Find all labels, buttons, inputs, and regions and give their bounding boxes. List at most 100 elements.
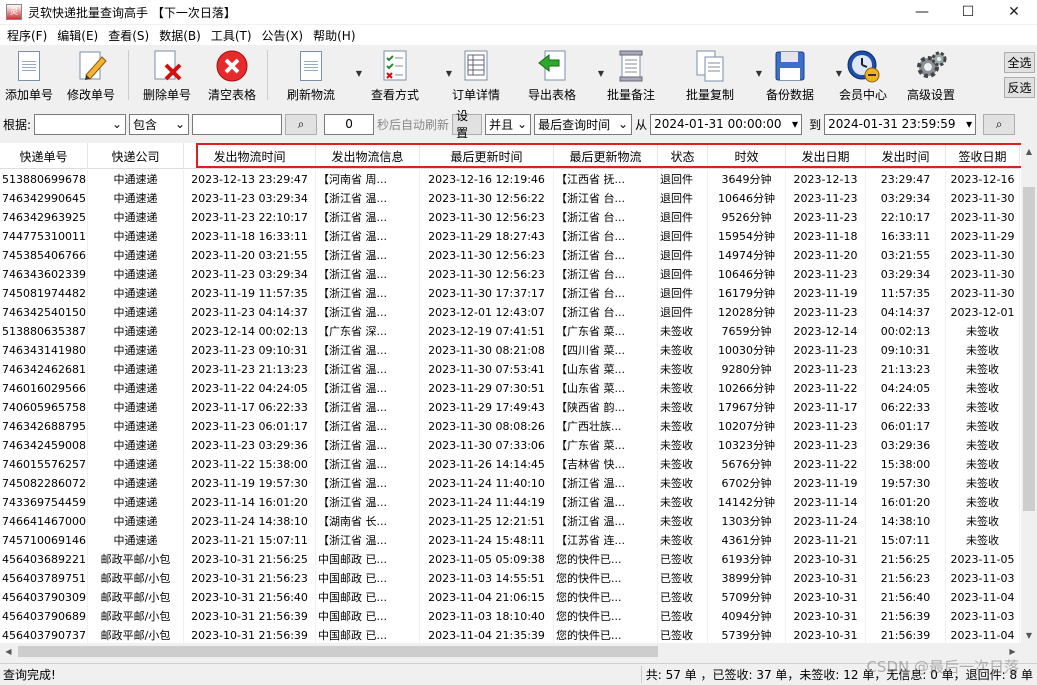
- filter-field-select[interactable]: ⌄: [34, 113, 127, 135]
- table-row[interactable]: 456403790737 邮政平邮/小包 2023-10-31 21:56:39 中国…: [0, 626, 1020, 643]
- cell-sign-date: 未签收: [946, 379, 1020, 398]
- maximize-button[interactable]: ☐: [945, 0, 991, 24]
- vertical-scroll-thumb[interactable]: [1023, 187, 1035, 511]
- delete-number-button[interactable]: 删除单号: [133, 45, 201, 105]
- member-center-button[interactable]: 会员中心: [830, 45, 896, 105]
- table-row[interactable]: 745385406766 中通速递 2023-11-20 03:21:55 【浙江省 …: [0, 246, 1020, 265]
- table-row[interactable]: 456403689221 邮政平邮/小包 2023-10-31 21:56:25 中国…: [0, 550, 1020, 569]
- column-header-sign-date[interactable]: 签收日期: [946, 143, 1020, 169]
- column-header-last-update-time[interactable]: 最后更新时间: [420, 143, 554, 169]
- scroll-down-icon[interactable]: ▼: [1021, 627, 1037, 643]
- cell-tracking-number: 745081974482: [0, 284, 88, 303]
- column-header-status[interactable]: 状态: [658, 143, 708, 169]
- table-row[interactable]: 513880635387 中通速递 2023-12-14 00:02:13 【广东省 …: [0, 322, 1020, 341]
- table-row[interactable]: 746015576257 中通速递 2023-11-22 15:38:00 【浙江省 …: [0, 455, 1020, 474]
- table-row[interactable]: 513880699678 中通速递 2023-12-13 23:29:47 【河南省 …: [0, 170, 1020, 189]
- edit-number-button[interactable]: 修改单号: [58, 45, 124, 105]
- table-row[interactable]: 456403790689 邮政平邮/小包 2023-10-31 21:56:39 中国…: [0, 607, 1020, 626]
- table-row[interactable]: 746641467000 中通速递 2023-11-24 14:38:10 【湖南省 …: [0, 512, 1020, 531]
- table-row[interactable]: 746342688795 中通速递 2023-11-23 06:01:17 【浙江省 …: [0, 417, 1020, 436]
- floppy-disk-icon: [773, 49, 807, 83]
- column-header-last-update-info[interactable]: 最后更新物流: [554, 143, 658, 169]
- export-table-button[interactable]: 导出表格 ▼: [512, 45, 604, 105]
- menu-view[interactable]: 查看(S): [103, 27, 154, 44]
- cell-last-update-info: 【浙江省 温...: [554, 512, 658, 531]
- cell-duration: 9526分钟: [708, 208, 786, 227]
- cell-duration: 16179分钟: [708, 284, 786, 303]
- column-header-ship-info[interactable]: 发出物流信息: [316, 143, 420, 169]
- table-row[interactable]: 746343602339 中通速递 2023-11-23 03:29:34 【浙江省 …: [0, 265, 1020, 284]
- search-icon: ⌕: [995, 116, 1003, 131]
- horizontal-scrollbar[interactable]: ◀ ▶: [0, 643, 1021, 660]
- table-row[interactable]: 745081974482 中通速递 2023-11-19 11:57:35 【浙江省 …: [0, 284, 1020, 303]
- menu-announcement[interactable]: 公告(X): [257, 27, 309, 44]
- invert-selection-button[interactable]: 反选: [1004, 77, 1035, 98]
- column-header-ship-time[interactable]: 发出物流时间: [184, 143, 316, 169]
- search-button[interactable]: ⌕: [285, 113, 318, 135]
- table-row[interactable]: 456403790309 邮政平邮/小包 2023-10-31 21:56:40 中国…: [0, 588, 1020, 607]
- backup-data-button[interactable]: 备份数据 ▼: [750, 45, 842, 105]
- table-row[interactable]: 740605965758 中通速递 2023-11-17 06:22:33 【浙江省 …: [0, 398, 1020, 417]
- filter-operator-select[interactable]: 包含 ⌄: [129, 113, 190, 135]
- close-button[interactable]: ✕: [991, 0, 1037, 24]
- cell-ship-clock: 00:02:13: [866, 322, 946, 341]
- scroll-up-icon[interactable]: ▲: [1021, 143, 1037, 159]
- scroll-right-icon[interactable]: ▶: [1004, 643, 1021, 660]
- column-header-ship-date[interactable]: 发出日期: [786, 143, 866, 169]
- order-detail-label: 订单详情: [451, 88, 500, 102]
- clock-user-icon: [846, 49, 880, 83]
- minimize-button[interactable]: —: [899, 0, 945, 24]
- table-row[interactable]: 743369754459 中通速递 2023-11-14 16:01:20 【浙江省 …: [0, 493, 1020, 512]
- to-datetime-picker[interactable]: 2024-01-31 23:59:59 ▾: [824, 113, 977, 135]
- cell-courier: 中通速递: [88, 379, 184, 398]
- select-all-button[interactable]: 全选: [1004, 52, 1035, 73]
- batch-note-button[interactable]: 批量备注: [592, 45, 670, 105]
- vertical-scrollbar[interactable]: ▲ ▼: [1021, 143, 1037, 643]
- chevron-down-icon: ⌄: [618, 117, 629, 131]
- horizontal-scroll-thumb[interactable]: [18, 646, 658, 657]
- menu-help[interactable]: 帮助(H): [308, 27, 360, 44]
- table-row[interactable]: 746342459008 中通速递 2023-11-23 03:29:36 【浙江省 …: [0, 436, 1020, 455]
- view-mode-button[interactable]: 查看方式 ▼: [350, 45, 452, 105]
- keyword-input[interactable]: [192, 113, 283, 135]
- table-row[interactable]: 746343141980 中通速递 2023-11-23 09:10:31 【浙江省 …: [0, 341, 1020, 360]
- cell-duration: 6702分钟: [708, 474, 786, 493]
- table-row[interactable]: 746342462681 中通速递 2023-11-23 21:13:23 【浙江省 …: [0, 360, 1020, 379]
- menu-program[interactable]: 程序(F): [2, 27, 52, 44]
- cell-duration: 10646分钟: [708, 265, 786, 284]
- column-header-ship-clock[interactable]: 发出时间: [866, 143, 946, 169]
- batch-copy-button[interactable]: 批量复制 ▼: [670, 45, 762, 105]
- cell-tracking-number: 746343602339: [0, 265, 88, 284]
- cell-ship-clock: 23:29:47: [866, 170, 946, 189]
- refresh-logistics-button[interactable]: 刷新物流 ▼: [272, 45, 362, 105]
- cell-last-update-time: 2023-11-30 07:53:41: [420, 360, 554, 379]
- table-row[interactable]: 746016029566 中通速递 2023-11-22 04:24:05 【浙江省 …: [0, 379, 1020, 398]
- advanced-settings-button[interactable]: 高级设置: [896, 45, 966, 105]
- scroll-left-icon[interactable]: ◀: [0, 643, 17, 660]
- time-field-select[interactable]: 最后查询时间 ⌄: [534, 113, 633, 135]
- menu-data[interactable]: 数据(B): [154, 27, 206, 44]
- clear-table-button[interactable]: 清空表格: [201, 45, 263, 105]
- add-number-button[interactable]: 添加单号: [0, 45, 58, 105]
- table-row[interactable]: 456403789751 邮政平邮/小包 2023-10-31 21:56:23 中国…: [0, 569, 1020, 588]
- menu-edit[interactable]: 编辑(E): [52, 27, 103, 44]
- table-row[interactable]: 745710069146 中通速递 2023-11-21 15:07:11 【浙江省 …: [0, 531, 1020, 550]
- table-row[interactable]: 744775310011 中通速递 2023-11-18 16:33:11 【浙江省 …: [0, 227, 1020, 246]
- order-detail-button[interactable]: 订单详情: [440, 45, 512, 105]
- table-row[interactable]: 746342540150 中通速递 2023-11-23 04:14:37 【浙江省 …: [0, 303, 1020, 322]
- set-button[interactable]: 设置: [452, 109, 483, 140]
- from-datetime-picker[interactable]: 2024-01-31 00:00:00 ▾: [650, 113, 803, 135]
- table-row[interactable]: 746342963925 中通速递 2023-11-23 22:10:17 【浙江省 …: [0, 208, 1020, 227]
- logic-select[interactable]: 并且 ⌄: [485, 113, 532, 135]
- column-header-duration[interactable]: 时效: [708, 143, 786, 169]
- cell-ship-time: 2023-12-13 23:29:47: [184, 170, 316, 189]
- table-row[interactable]: 745082286072 中通速递 2023-11-19 19:57:30 【浙江省 …: [0, 474, 1020, 493]
- cell-ship-clock: 03:29:36: [866, 436, 946, 455]
- refresh-seconds-input[interactable]: 0: [324, 113, 375, 135]
- cell-tracking-number: 745710069146: [0, 531, 88, 550]
- table-row[interactable]: 746342990645 中通速递 2023-11-23 03:29:34 【浙江省 …: [0, 189, 1020, 208]
- date-search-button[interactable]: ⌕: [983, 113, 1016, 135]
- menu-tools[interactable]: 工具(T): [206, 27, 257, 44]
- column-header-tracking-number[interactable]: 快递单号: [0, 143, 88, 169]
- column-header-courier[interactable]: 快递公司: [88, 143, 184, 169]
